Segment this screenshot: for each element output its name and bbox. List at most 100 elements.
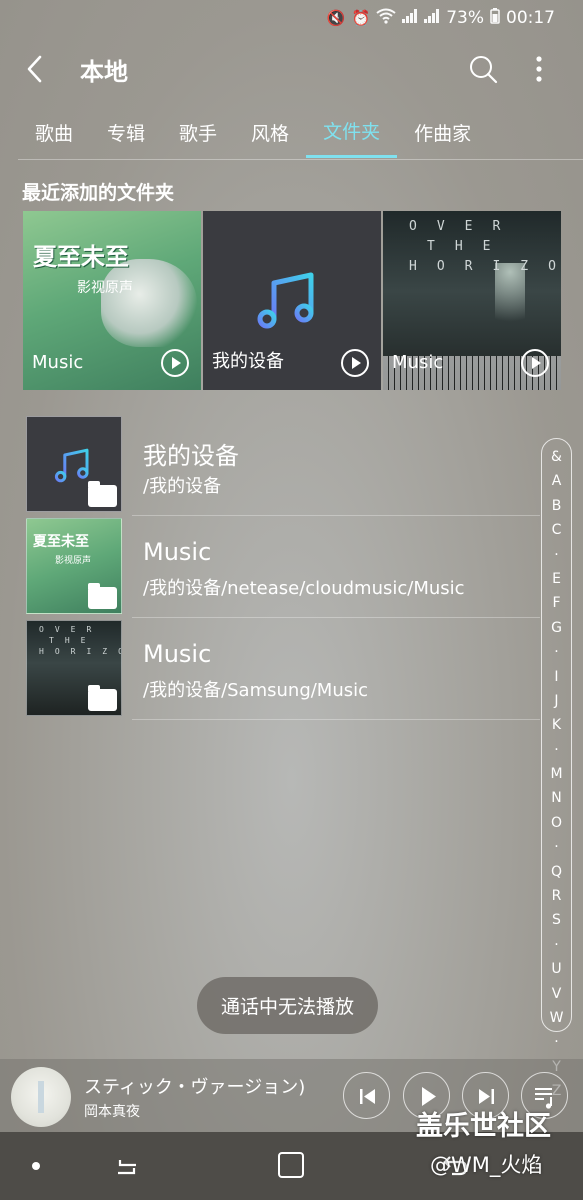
album-art-title: 夏至未至 — [33, 534, 89, 550]
now-playing-artist: 岡本真夜 — [84, 1104, 140, 1120]
folder-icon — [88, 481, 117, 507]
index-letter[interactable]: B — [552, 494, 562, 518]
album-art-figures — [101, 259, 197, 347]
index-letter[interactable]: U — [551, 957, 561, 981]
tab-songs[interactable]: 歌曲 — [18, 106, 90, 158]
index-separator[interactable]: · — [554, 640, 558, 664]
folder-name: Music — [143, 640, 212, 668]
battery-percent: 73% — [446, 8, 484, 28]
index-letter[interactable]: & — [551, 445, 562, 469]
tab-genres[interactable]: 风格 — [234, 106, 306, 158]
album-art-text: OVER — [409, 219, 521, 234]
card-label: Music — [392, 352, 444, 373]
index-letter[interactable]: N — [551, 786, 561, 810]
app-bar: 本地 — [0, 36, 583, 102]
folder-path: /我的设备 — [143, 476, 222, 497]
music-note-icon — [54, 448, 89, 483]
tab-folders[interactable]: 文件夹 — [306, 106, 398, 158]
index-letter[interactable]: W — [550, 1006, 564, 1030]
index-separator[interactable]: · — [554, 543, 558, 567]
battery-icon — [490, 8, 500, 28]
home-button[interactable] — [278, 1152, 304, 1178]
index-letter[interactable]: J — [554, 689, 558, 713]
music-note-icon — [257, 272, 314, 329]
wifi-icon — [376, 8, 396, 28]
tabs-divider — [18, 159, 583, 160]
previous-track-button[interactable] — [343, 1072, 390, 1119]
folder-path: /我的设备/netease/cloudmusic/Music — [143, 578, 465, 599]
folder-icon — [88, 685, 117, 711]
album-art-text: HORIZON — [409, 259, 561, 274]
index-letter[interactable]: E — [552, 567, 561, 591]
folder-list: 我的设备 /我的设备 夏至未至 影视原声 Music /我的设备/netease… — [24, 414, 540, 720]
play-icon[interactable] — [341, 349, 369, 377]
tab-albums[interactable]: 专辑 — [90, 106, 162, 158]
tab-bar: 歌曲 专辑 歌手 风格 文件夹 作曲家 — [18, 106, 583, 160]
album-art-lamp — [495, 263, 525, 353]
tab-composers[interactable]: 作曲家 — [397, 106, 488, 158]
album-art-text: HORIZON — [39, 647, 121, 656]
folder-list-item[interactable]: 我的设备 /我的设备 — [24, 414, 540, 516]
index-letter[interactable]: F — [552, 591, 560, 615]
tab-artists[interactable]: 歌手 — [162, 106, 234, 158]
alarm-icon: ⏰ — [351, 9, 371, 27]
alphabet-index-bar[interactable]: &ABC·EFG·IJK·MNO·QRS·UVW·YZ — [541, 438, 572, 1099]
watermark: 盖乐世社区 — [416, 1111, 551, 1142]
recent-folder-card[interactable]: 我的设备 — [203, 211, 381, 390]
back-button[interactable] — [22, 50, 50, 88]
play-icon[interactable] — [521, 349, 549, 377]
folder-thumbnail — [26, 416, 122, 512]
folder-list-item[interactable]: OVER THE HORIZON Music /我的设备/Samsung/Mus… — [24, 618, 540, 720]
album-art-subtitle: 影视原声 — [77, 280, 133, 296]
clock: 00:17 — [506, 8, 555, 28]
index-letter[interactable]: R — [552, 884, 562, 908]
more-options-button[interactable] — [526, 54, 552, 84]
album-art-subtitle: 影视原声 — [55, 556, 92, 566]
recent-apps-button[interactable] — [112, 1152, 142, 1182]
skip-previous-icon — [360, 1089, 375, 1104]
now-playing-title: スティック・ヴァージョン) — [84, 1077, 306, 1098]
folder-icon — [88, 583, 117, 609]
album-art-text: THE — [49, 636, 97, 645]
index-separator[interactable]: · — [554, 738, 558, 762]
chevron-left-icon — [27, 55, 42, 83]
index-letter[interactable]: M — [550, 762, 562, 786]
folder-name: 我的设备 — [143, 442, 239, 470]
index-separator[interactable]: · — [554, 933, 558, 957]
mute-icon: 🔇 — [326, 9, 346, 27]
index-separator[interactable]: · — [554, 1030, 558, 1054]
signal-icon — [424, 9, 440, 27]
watermark-handle: @WM_火焰 — [430, 1153, 543, 1177]
album-art-text: OVER — [39, 625, 103, 634]
album-art-text: THE — [427, 239, 511, 254]
index-letter[interactable]: V — [552, 982, 562, 1006]
signal-icon — [402, 9, 418, 27]
index-letter[interactable]: K — [552, 713, 561, 737]
card-label: 我的设备 — [212, 351, 284, 372]
recent-folder-card[interactable]: 夏至未至 影视原声 Music — [23, 211, 201, 390]
index-letter[interactable]: Q — [551, 860, 562, 884]
index-letter[interactable]: C — [552, 518, 562, 542]
folder-name: Music — [143, 538, 212, 566]
folder-thumbnail: OVER THE HORIZON — [26, 620, 122, 716]
index-letter[interactable]: O — [551, 811, 562, 835]
index-letter[interactable]: S — [552, 908, 561, 932]
folder-list-item[interactable]: 夏至未至 影视原声 Music /我的设备/netease/cloudmusic… — [24, 516, 540, 618]
folder-thumbnail: 夏至未至 影视原声 — [26, 518, 122, 614]
play-icon[interactable] — [161, 349, 189, 377]
recent-apps-icon — [118, 1160, 136, 1175]
search-button[interactable] — [466, 52, 500, 86]
index-letter[interactable]: G — [551, 616, 562, 640]
recent-folders: 夏至未至 影视原声 Music 我的设备 OVER THE HORIZON Mu… — [23, 211, 563, 390]
index-letter[interactable]: A — [552, 469, 562, 493]
recent-folder-card[interactable]: OVER THE HORIZON Music — [383, 211, 561, 390]
page-title: 本地 — [80, 58, 128, 86]
folder-path: /我的设备/Samsung/Music — [143, 680, 369, 701]
nav-dot-icon[interactable] — [32, 1162, 40, 1170]
status-bar: 🔇 ⏰ 73% 00:17 — [0, 0, 583, 36]
album-art[interactable] — [11, 1067, 71, 1127]
album-art-title: 夏至未至 — [33, 243, 129, 271]
index-separator[interactable]: · — [554, 835, 558, 859]
toast-message: 通话中无法播放 — [197, 977, 379, 1034]
index-letter[interactable]: I — [554, 665, 558, 689]
